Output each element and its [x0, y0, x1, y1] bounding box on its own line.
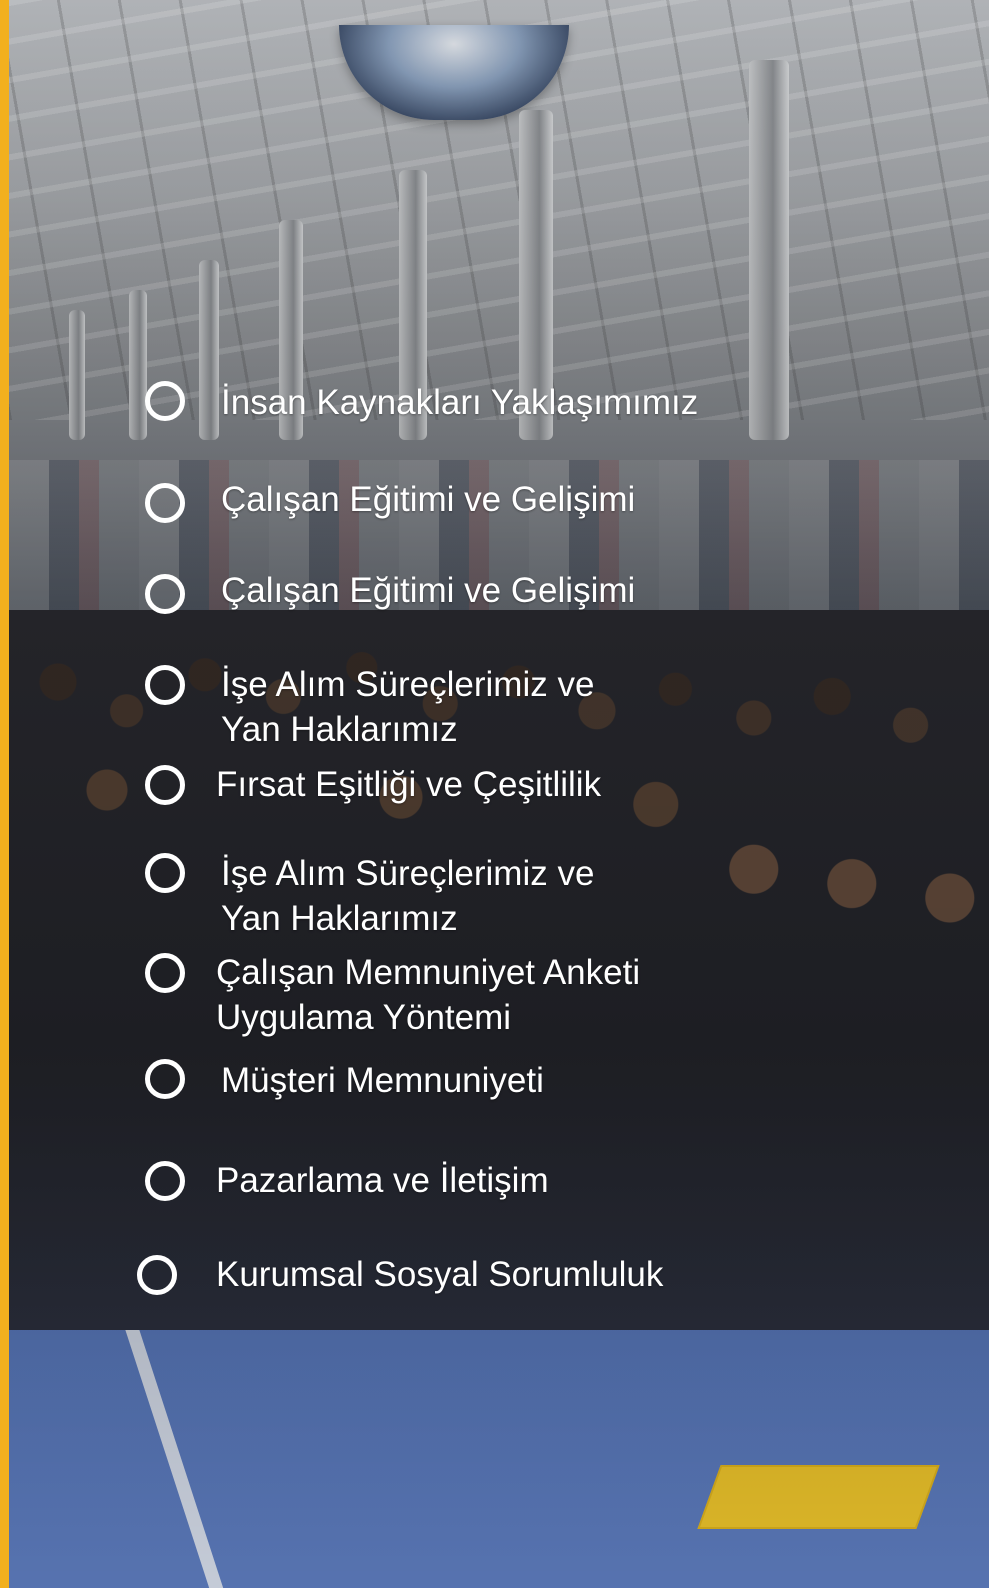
circle-bullet-icon: [145, 953, 185, 993]
menu-item-label: Pazarlama ve İletişim: [216, 1161, 549, 1200]
menu-item-kurumsal-sosyal[interactable]: Kurumsal Sosyal Sorumluluk: [137, 1252, 717, 1302]
menu-item-label-line1: Çalışan Memnuniyet Anketi: [216, 953, 641, 992]
circle-bullet-icon: [145, 665, 185, 705]
circle-bullet-icon: [137, 1255, 177, 1295]
circle-bullet-icon: [145, 1161, 185, 1201]
circle-bullet-icon: [145, 853, 185, 893]
menu-item-musteri-memnuniyeti[interactable]: Müşteri Memnuniyeti: [145, 1056, 685, 1106]
accent-bar: [0, 0, 9, 1588]
menu-item-firsat-esitligi[interactable]: Fırsat Eşitliği ve Çeşitlilik: [145, 762, 685, 812]
circle-bullet-icon: [145, 765, 185, 805]
menu-item-insan-kaynaklari[interactable]: İnsan Kaynakları Yaklaşımımız: [145, 378, 745, 428]
menu-item-label: İnsan Kaynakları Yaklaşımımız: [221, 383, 699, 422]
menu-item-label-line1: İşe Alım Süreçlerimiz ve: [221, 665, 595, 704]
menu-item-pazarlama[interactable]: Pazarlama ve İletişim: [145, 1158, 685, 1208]
menu-item-label-line1: İşe Alım Süreçlerimiz ve: [221, 854, 595, 893]
circle-bullet-icon: [145, 1059, 185, 1099]
menu-item-calisan-memnuniyet[interactable]: Çalışan Memnuniyet Anketi Uygulama Yönte…: [145, 950, 705, 1042]
menu-item-calisan-egitimi-2[interactable]: Çalışan Eğitimi ve Gelişimi: [145, 568, 685, 618]
menu-item-label: Müşteri Memnuniyeti: [221, 1061, 544, 1100]
menu-item-ise-alim[interactable]: İşe Alım Süreçlerimiz ve Yan Haklarımız: [145, 662, 685, 754]
circle-bullet-icon: [145, 381, 185, 421]
circle-bullet-icon: [145, 483, 185, 523]
menu-item-calisan-egitimi[interactable]: Çalışan Eğitimi ve Gelişimi: [145, 477, 685, 527]
menu-item-label: Çalışan Eğitimi ve Gelişimi: [221, 480, 636, 519]
menu-item-label-line2: Yan Haklarımız: [221, 899, 458, 938]
menu-item-label-line2: Yan Haklarımız: [221, 710, 458, 749]
menu-item-label: Kurumsal Sosyal Sorumluluk: [216, 1255, 664, 1294]
menu-item-label: Fırsat Eşitliği ve Çeşitlilik: [216, 765, 602, 804]
menu-item-ise-alim-2[interactable]: İşe Alım Süreçlerimiz ve Yan Haklarımız: [145, 850, 685, 942]
menu-item-label-line2: Uygulama Yöntemi: [216, 998, 512, 1037]
circle-bullet-icon: [145, 574, 185, 614]
menu-item-label: Çalışan Eğitimi ve Gelişimi: [221, 571, 636, 610]
